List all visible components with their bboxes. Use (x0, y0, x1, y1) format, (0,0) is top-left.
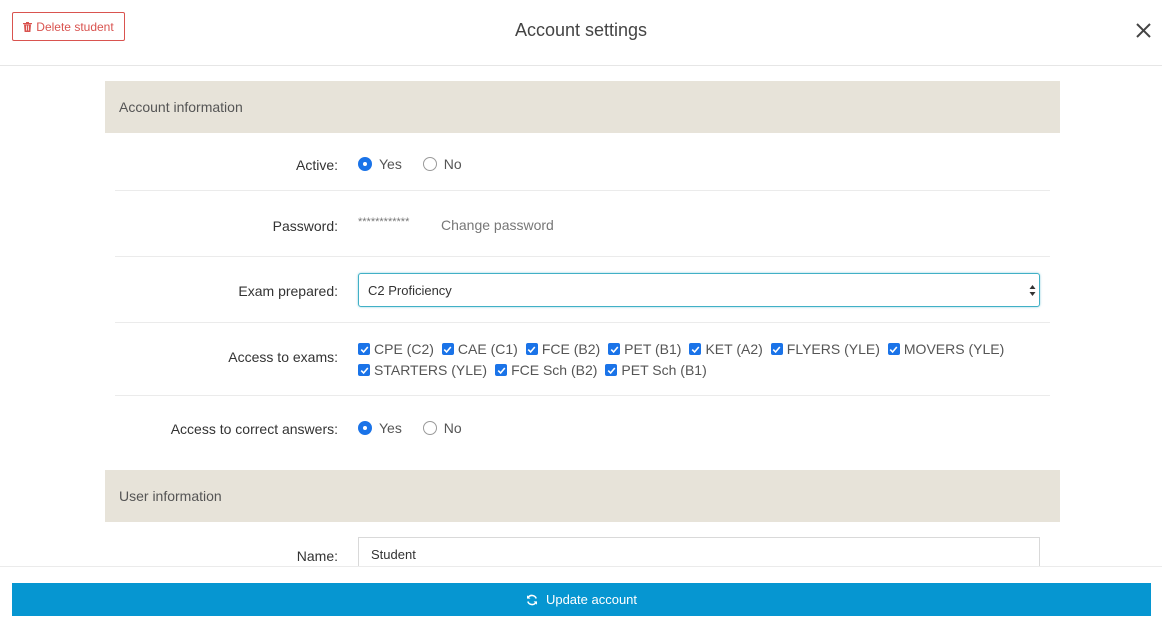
exam-prepared-select[interactable]: C2 Proficiency (358, 273, 1040, 307)
exam-checkbox-starters[interactable]: STARTERS (YLE) (358, 362, 487, 378)
modal-header: Delete student Account settings (0, 0, 1162, 66)
select-arrows-icon (1029, 285, 1036, 296)
exam-checkbox-ket[interactable]: KET (A2) (689, 341, 763, 357)
active-no-radio[interactable] (422, 157, 437, 171)
access-exams-line-2: STARTERS (YLE) FCE Sch (B2) PET Sch (B1) (358, 362, 715, 378)
active-label: Active: (295, 157, 338, 173)
exam-checkbox-cae[interactable]: CAE (C1) (441, 341, 518, 357)
correct-answers-row: Access to correct answers: Yes No (115, 396, 1050, 456)
correct-answers-no-radio[interactable] (422, 421, 437, 435)
user-information-title: User information (119, 488, 222, 504)
exam-checkbox-fce-sch[interactable]: FCE Sch (B2) (495, 362, 597, 378)
exam-checkbox-movers[interactable]: MOVERS (YLE) (887, 341, 1005, 357)
checkbox-checked-icon[interactable] (358, 343, 370, 355)
correct-answers-yes-radio[interactable] (358, 421, 372, 435)
name-input[interactable] (358, 537, 1040, 566)
exam-option-label: FCE (B2) (541, 341, 601, 357)
active-yes-label: Yes (379, 156, 402, 172)
modal-body[interactable]: Account information Active: Yes No Passw… (0, 67, 1162, 566)
modal-footer: Update account (0, 566, 1162, 626)
exam-checkbox-pet[interactable]: PET (B1) (608, 341, 681, 357)
exam-option-label: FLYERS (YLE) (786, 341, 880, 357)
correct-answers-label: Access to correct answers: (170, 421, 338, 437)
exam-option-label: MOVERS (YLE) (903, 341, 1005, 357)
exam-checkbox-fce[interactable]: FCE (B2) (525, 341, 601, 357)
access-exams-label: Access to exams: (228, 349, 338, 365)
checkbox-checked-icon[interactable] (689, 343, 702, 355)
name-row: Name: (115, 537, 1050, 566)
exam-prepared-label: Exam prepared: (238, 283, 338, 299)
close-icon[interactable] (1135, 22, 1152, 39)
active-no-option[interactable]: No (422, 156, 462, 172)
user-information-header: User information (105, 470, 1060, 522)
checkbox-checked-icon[interactable] (605, 364, 618, 376)
exam-option-label: STARTERS (YLE) (374, 362, 488, 378)
active-yes-radio[interactable] (358, 157, 372, 171)
checkbox-checked-icon[interactable] (887, 343, 900, 355)
modal-title: Account settings (514, 20, 648, 40)
active-yes-option[interactable]: Yes (358, 156, 402, 172)
checkbox-checked-icon[interactable] (495, 364, 508, 376)
checkbox-checked-icon[interactable] (770, 343, 783, 355)
checkbox-checked-icon[interactable] (608, 343, 621, 355)
exam-checkbox-flyers[interactable]: FLYERS (YLE) (770, 341, 880, 357)
exam-checkbox-cpe[interactable]: CPE (C2) (358, 341, 434, 357)
account-information-header: Account information (105, 81, 1060, 133)
exam-option-label: PET Sch (B1) (621, 362, 707, 378)
exam-option-label: CAE (C1) (457, 341, 518, 357)
correct-answers-yes-label: Yes (379, 420, 402, 436)
update-account-label: Update account (545, 592, 638, 607)
password-mask: ************ (358, 216, 410, 228)
password-label: Password: (272, 218, 338, 234)
correct-answers-yes-option[interactable]: Yes (358, 420, 402, 436)
exam-prepared-value: C2 Proficiency (368, 282, 452, 298)
checkbox-checked-icon[interactable] (358, 364, 370, 376)
exam-option-label: CPE (C2) (374, 341, 434, 357)
exam-option-label: PET (B1) (624, 341, 682, 357)
access-exams-line-1: CPE (C2) CAE (C1) FCE (B2) PET (B1) KET … (358, 341, 1012, 357)
active-radio-group: Yes No (358, 156, 479, 174)
change-password-link[interactable]: Change password (441, 217, 554, 233)
password-row: Password: ************ Change password (115, 191, 1050, 257)
correct-answers-no-label: No (443, 420, 462, 436)
correct-answers-radio-group: Yes No (358, 420, 479, 438)
access-exams-row: Access to exams: CPE (C2) CAE (C1) FCE (… (115, 323, 1050, 396)
exam-prepared-row: Exam prepared: C2 Proficiency (115, 257, 1050, 323)
checkbox-checked-icon[interactable] (441, 343, 454, 355)
checkbox-checked-icon[interactable] (525, 343, 538, 355)
active-no-label: No (443, 156, 462, 172)
correct-answers-no-option[interactable]: No (422, 420, 462, 436)
refresh-icon (526, 594, 537, 605)
name-label: Name: (296, 548, 338, 564)
account-information-title: Account information (119, 99, 243, 115)
exam-option-label: FCE Sch (B2) (511, 362, 598, 378)
exam-option-label: KET (A2) (705, 341, 763, 357)
exam-checkbox-pet-sch[interactable]: PET Sch (B1) (605, 362, 707, 378)
update-account-button[interactable]: Update account (12, 583, 1151, 616)
active-row: Active: Yes No (115, 133, 1050, 191)
